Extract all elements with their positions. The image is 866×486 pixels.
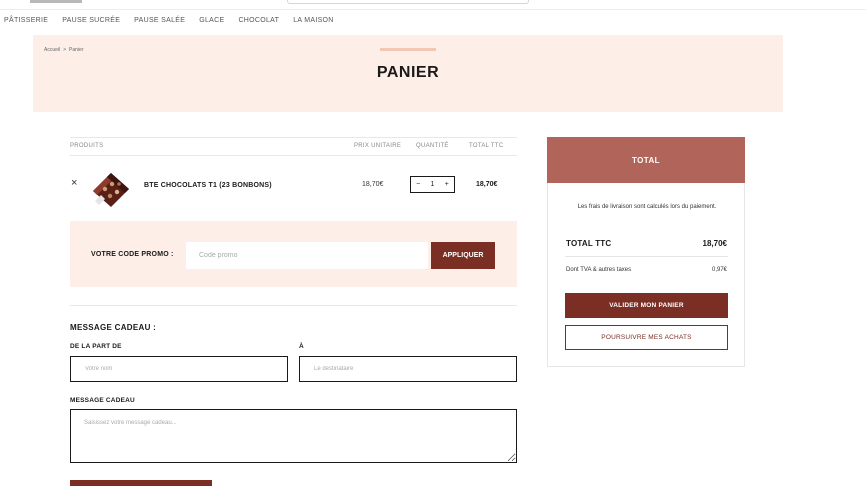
- section-divider: [70, 305, 517, 306]
- header-divider: [0, 9, 866, 10]
- product-name[interactable]: BTE CHOCOLATS T1 (23 BONBONS): [144, 182, 272, 189]
- summary-divider: [565, 256, 728, 257]
- summary-tax-label: Dont TVA & autres taxes: [566, 267, 632, 273]
- shipping-note: Les frais de livraison sont calculés lor…: [577, 204, 717, 210]
- summary-title: TOTAL: [547, 137, 745, 183]
- page-title: PANIER: [376, 64, 440, 81]
- unit-price: 18,70€: [362, 181, 384, 188]
- gift-from-input[interactable]: [70, 356, 288, 382]
- gift-message-textarea[interactable]: [70, 409, 517, 463]
- site-header: [0, 0, 866, 10]
- page-hero: Accueil > Panier PANIER: [33, 35, 783, 112]
- gift-to-label: À: [299, 343, 304, 350]
- col-head-products: PRODUITS: [70, 143, 104, 149]
- summary-total-label: TOTAL TTC: [566, 239, 612, 248]
- gift-submit-button[interactable]: [70, 480, 212, 486]
- search-input[interactable]: [287, 0, 529, 4]
- continue-shopping-button[interactable]: POURSUIVRE MES ACHATS: [565, 325, 728, 350]
- row-total: 18,70€: [476, 181, 498, 188]
- breadcrumb-separator: >: [63, 47, 67, 53]
- cart-header-bottom-line: [70, 155, 517, 156]
- col-head-unit-price: PRIX UNITAIRE: [354, 143, 402, 149]
- quantity-stepper: − 1 +: [410, 176, 455, 193]
- summary-tax-value: 0,97€: [711, 267, 727, 273]
- nav-item-pause-sucree[interactable]: PAUSE SUCRÉE: [62, 17, 120, 24]
- nav-item-patisserie[interactable]: PÂTISSERIE: [4, 17, 48, 24]
- summary-total-value: 18,70€: [702, 239, 727, 248]
- nav-item-glace[interactable]: GLACE: [199, 17, 224, 24]
- apply-promo-button[interactable]: APPLIQUER: [431, 242, 495, 269]
- remove-item-icon[interactable]: ×: [71, 178, 77, 189]
- site-logo[interactable]: [30, 0, 82, 3]
- qty-increment-button[interactable]: +: [445, 181, 449, 188]
- main-nav: PÂTISSERIE PAUSE SUCRÉE PAUSE SALÉE GLAC…: [4, 17, 334, 24]
- order-summary: TOTAL Les frais de livraison sont calcul…: [547, 137, 745, 367]
- promo-label: VOTRE CODE PROMO :: [91, 251, 174, 258]
- col-head-quantity: QUANTITÉ: [416, 143, 449, 149]
- gift-from-label: DE LA PART DE: [70, 343, 122, 350]
- validate-cart-button[interactable]: VALIDER MON PANIER: [565, 293, 728, 318]
- product-thumbnail[interactable]: [89, 167, 133, 209]
- gift-to-input[interactable]: [299, 356, 517, 382]
- nav-item-la-maison[interactable]: LA MAISON: [293, 17, 333, 24]
- breadcrumb-current: Panier: [69, 47, 84, 53]
- promo-section: VOTRE CODE PROMO : APPLIQUER: [70, 221, 517, 287]
- title-underline: [380, 48, 436, 51]
- nav-item-pause-salee[interactable]: PAUSE SALÉE: [134, 17, 185, 24]
- qty-value[interactable]: 1: [431, 181, 435, 188]
- breadcrumb: Accueil > Panier: [44, 47, 84, 53]
- gift-message-label: MESSAGE CADEAU: [70, 397, 135, 404]
- nav-item-chocolat[interactable]: CHOCOLAT: [238, 17, 279, 24]
- cart-header-top-line: [70, 137, 517, 138]
- breadcrumb-home[interactable]: Accueil: [44, 47, 60, 53]
- promo-code-input[interactable]: [186, 242, 428, 269]
- col-head-total: TOTAL TTC: [469, 143, 504, 149]
- gift-message-title: MESSAGE CADEAU :: [70, 323, 157, 332]
- qty-decrement-button[interactable]: −: [416, 181, 420, 188]
